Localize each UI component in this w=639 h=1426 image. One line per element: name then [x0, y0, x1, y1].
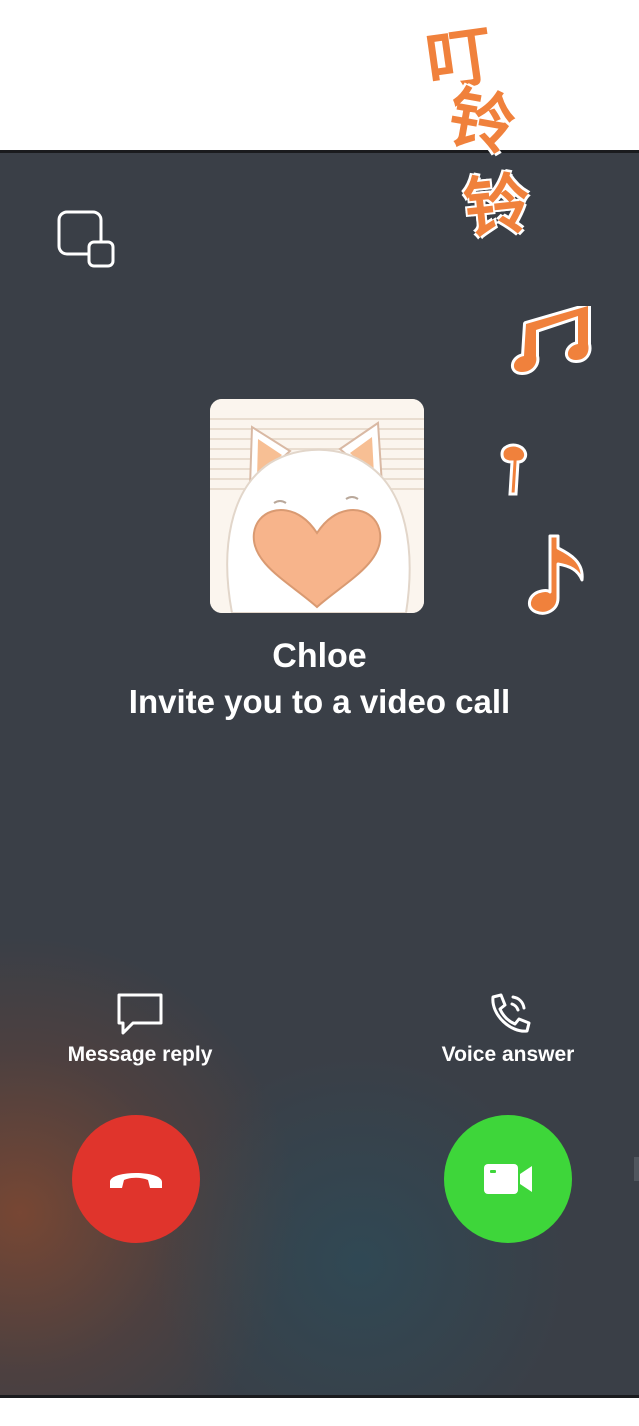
voice-answer-button[interactable]: Voice answer [408, 991, 608, 1067]
floating-window-icon[interactable] [56, 209, 118, 271]
music-note-icon [511, 306, 592, 375]
chat-bubble-icon [117, 993, 163, 1035]
bottom-panel-margin [0, 1398, 639, 1426]
video-camera-icon [484, 1164, 532, 1194]
sound-effect-char: 铃 [460, 164, 534, 249]
accept-video-call-button[interactable] [444, 1115, 572, 1243]
caller-name: Chloe [272, 637, 367, 675]
voice-answer-label: Voice answer [441, 1043, 575, 1066]
music-note-icon [500, 443, 528, 496]
caller-avatar [210, 399, 424, 613]
music-note-icon [528, 534, 584, 615]
message-reply-label: Message reply [67, 1043, 213, 1066]
phone-hangup-icon [110, 1173, 162, 1188]
message-reply-button[interactable]: Message reply [40, 991, 240, 1067]
ringing-sound-effect: 叮 铃 铃 [420, 17, 560, 248]
decline-call-button[interactable] [72, 1115, 200, 1243]
screen-edge-marker [634, 1157, 639, 1181]
phone-icon [491, 993, 531, 1033]
call-subtitle: Invite you to a video call [128, 683, 511, 720]
